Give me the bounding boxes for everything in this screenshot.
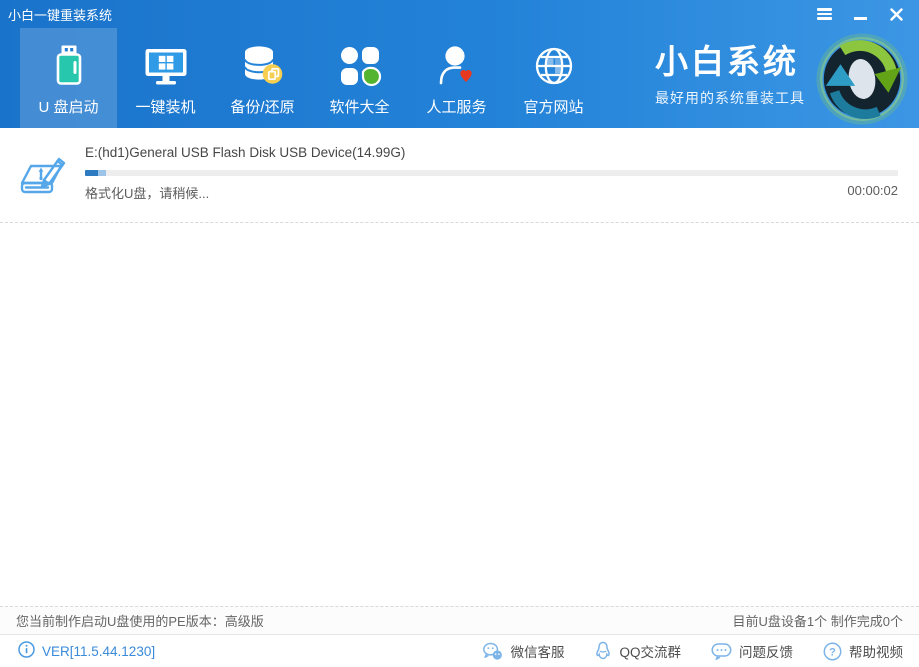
nav-label: 软件大全 (329, 96, 389, 117)
task-status-text: 格式化U盘，请稍候... (85, 183, 209, 202)
globe-icon (529, 41, 579, 91)
task-status-row: 格式化U盘，请稍候... 00:00:02 (85, 183, 898, 202)
footer-links: 微信客服 QQ交流群 (482, 641, 903, 661)
database-backup-icon (238, 41, 288, 91)
feedback-link[interactable]: 问题反馈 (711, 641, 793, 661)
app-header: 小白一键重装系统 (0, 0, 919, 128)
device-summary-label: 目前U盘设备1个 制作完成0个 (733, 611, 903, 630)
nav-label: 备份/还原 (230, 96, 294, 117)
app-window: 小白一键重装系统 (0, 0, 919, 667)
svg-text:?: ? (829, 646, 836, 658)
window-controls (813, 4, 907, 24)
progress-buffer (98, 170, 106, 176)
wechat-support-link[interactable]: 微信客服 (482, 641, 564, 661)
minimize-icon[interactable] (849, 4, 871, 24)
nav-item-backup-restore[interactable]: 备份/还原 (214, 28, 311, 128)
footer-bar: VER[11.5.44.1230] 微信客服 (0, 635, 919, 667)
task-panel: E:(hd1)General USB Flash Disk USB Device… (0, 128, 919, 203)
progress-bar (85, 170, 898, 176)
footer-link-label: 帮助视频 (849, 641, 903, 661)
titlebar: 小白一键重装系统 (0, 0, 919, 28)
elapsed-time: 00:00:02 (847, 183, 898, 202)
main-nav: U 盘启动 一键装机 (0, 28, 919, 128)
person-heart-icon (432, 41, 482, 91)
footer-link-label: 微信客服 (510, 641, 564, 661)
device-label: E:(hd1)General USB Flash Disk USB Device… (85, 144, 898, 162)
menu-icon[interactable] (813, 4, 835, 24)
brand-tagline: 最好用的系统重装工具 (655, 88, 805, 108)
nav-label: 官方网站 (523, 96, 583, 117)
feedback-bubble-icon (711, 642, 732, 661)
monitor-windows-icon (141, 41, 191, 91)
progress-fill (85, 170, 98, 176)
nav-item-usb-boot[interactable]: U 盘启动 (20, 28, 117, 128)
help-circle-icon: ? (823, 642, 842, 661)
qq-group-link[interactable]: QQ交流群 (594, 641, 681, 661)
recycle-arrows-logo-icon (815, 30, 909, 126)
nav-item-one-key-install[interactable]: 一键装机 (117, 28, 214, 128)
usb-drive-icon (44, 41, 94, 91)
footer-link-label: 问题反馈 (739, 641, 793, 661)
brand-name: 小白系统 (655, 44, 799, 80)
nav-label: 人工服务 (426, 96, 486, 117)
nav-item-software[interactable]: 软件大全 (311, 28, 408, 128)
disk-write-icon (16, 147, 72, 203)
wechat-icon (482, 642, 503, 661)
clover-apps-icon (335, 41, 385, 91)
window-title: 小白一键重装系统 (8, 5, 112, 24)
help-video-link[interactable]: ? 帮助视频 (823, 641, 903, 661)
nav-item-website[interactable]: 官方网站 (505, 28, 602, 128)
dashed-separator (0, 222, 919, 223)
content-area: E:(hd1)General USB Flash Disk USB Device… (0, 128, 919, 606)
version-info[interactable]: VER[11.5.44.1230] (18, 641, 155, 661)
task-body: E:(hd1)General USB Flash Disk USB Device… (85, 144, 898, 203)
nav-item-support[interactable]: 人工服务 (408, 28, 505, 128)
version-text: VER[11.5.44.1230] (42, 644, 155, 659)
qq-icon (594, 641, 612, 661)
nav-label: U 盘启动 (38, 96, 98, 117)
pe-version-label: 您当前制作启动U盘使用的PE版本：高级版 (16, 611, 264, 630)
brand-block: 小白系统 最好用的系统重装工具 (655, 28, 805, 128)
footer-link-label: QQ交流群 (619, 641, 681, 661)
status-bar: 您当前制作启动U盘使用的PE版本：高级版 目前U盘设备1个 制作完成0个 (0, 606, 919, 635)
info-icon (18, 641, 35, 661)
nav-label: 一键装机 (135, 96, 195, 117)
close-icon[interactable] (885, 4, 907, 24)
